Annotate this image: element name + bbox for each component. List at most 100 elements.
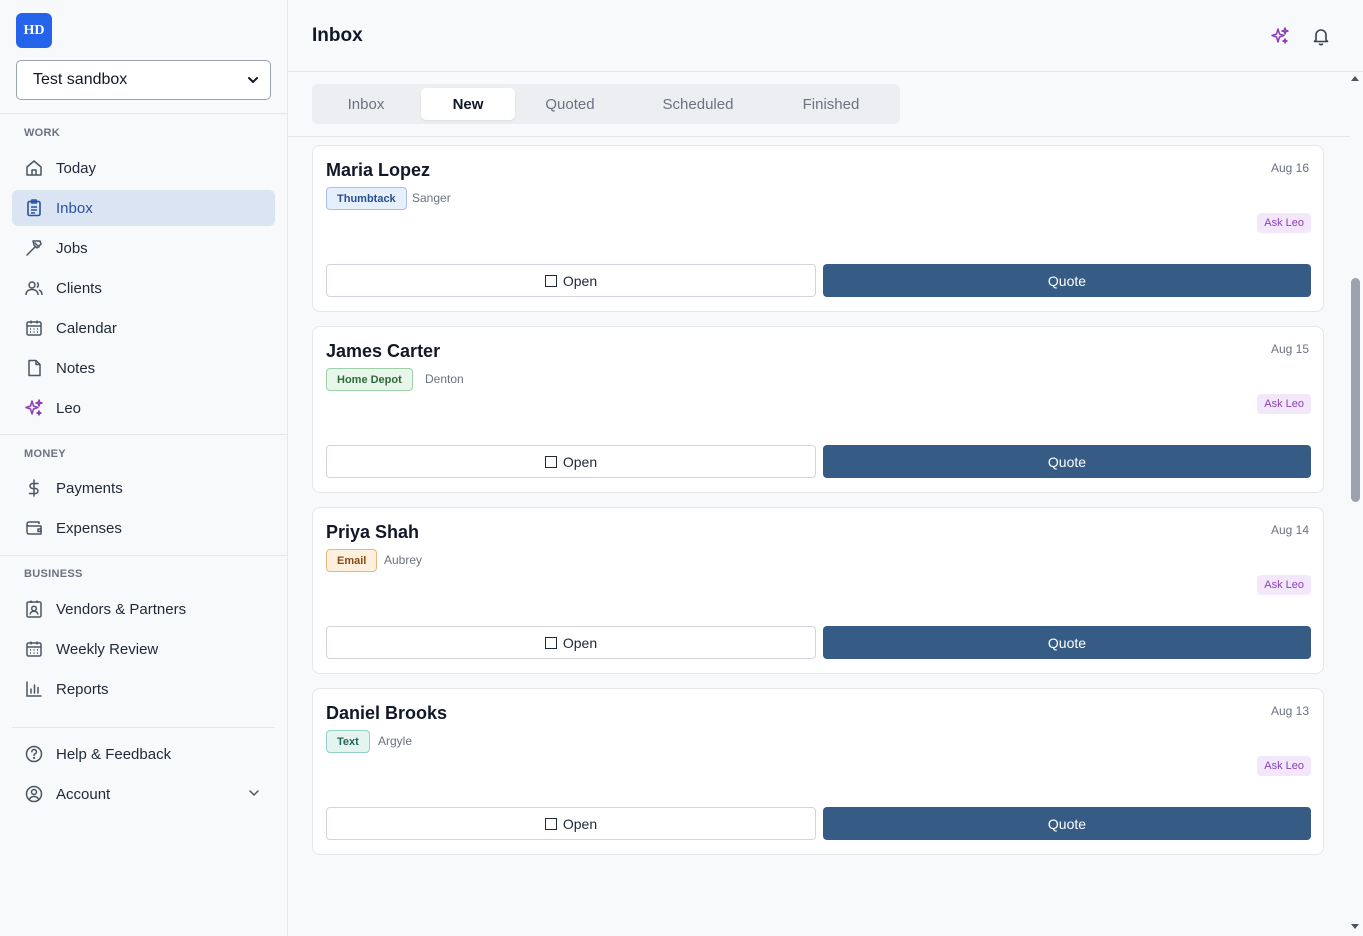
sidebar-item-calendar[interactable]: Calendar [12,310,275,346]
sidebar-item-today[interactable]: Today [12,150,275,186]
lead-date: Aug 15 [1270,342,1309,356]
sidebar-item-label: Calendar [56,319,117,337]
calendar-icon [24,639,44,659]
lead-date: Aug 14 [1270,523,1309,537]
tab-inbox[interactable]: Inbox [316,88,416,120]
sidebar-item-label: Clients [56,279,102,297]
bar-chart-icon [24,679,44,699]
section-label-business: BUSINESS [24,568,83,580]
sparkles-icon [24,398,44,418]
sidebar-item-label: Notes [56,359,96,377]
sidebar-item-help[interactable]: Help & Feedback [12,736,275,772]
tab-scheduled[interactable]: Scheduled [625,88,771,120]
scrollbar-track[interactable] [1350,72,1363,936]
sidebar-item-label: Vendors & Partners [56,600,187,618]
help-circle-icon [24,744,44,764]
home-icon [24,158,44,178]
client-name: Maria Lopez [326,160,431,180]
section-label-money: MONEY [24,448,66,460]
square-icon [544,455,557,468]
quote-button[interactable]: Quote [823,264,1311,297]
sidebar-item-reports[interactable]: Reports [12,671,275,707]
client-city: Aubrey [384,553,423,567]
sidebar-item-label: Weekly Review [56,640,159,658]
calendar-icon [24,318,44,338]
divider [12,727,275,728]
wallet-icon [24,518,44,538]
open-button[interactable]: Open [326,264,816,297]
quote-button[interactable]: Quote [823,445,1311,478]
lead-card[interactable]: Maria Lopez Aug 16 Thumbtack Sanger Ask … [312,145,1324,312]
sidebar: HD Test sandbox WORK Today Inbox Jobs Cl… [0,0,288,936]
sidebar-item-label: Help & Feedback [56,745,172,763]
hammer-icon [24,238,44,258]
sidebar-item-notes[interactable]: Notes [12,350,275,386]
sidebar-item-clients[interactable]: Clients [12,270,275,306]
top-header: Inbox [288,0,1363,72]
tab-bar: Inbox New Quoted Scheduled Finished [288,72,1350,137]
sidebar-item-label: Account [56,785,111,803]
sidebar-item-leo[interactable]: Leo [12,390,275,426]
sidebar-item-label: Today [56,159,97,177]
open-button[interactable]: Open [326,807,816,840]
lead-card[interactable]: James Carter Aug 15 Home Depot Denton As… [312,326,1324,493]
square-icon [544,274,557,287]
chevron-down-icon[interactable] [247,786,261,804]
ask-leo-button[interactable]: Ask Leo [1257,575,1311,595]
divider [0,555,287,556]
quote-button[interactable]: Quote [823,626,1311,659]
sidebar-item-payments[interactable]: Payments [12,470,275,506]
tabs: Inbox New Quoted Scheduled Finished [312,84,900,124]
sidebar-item-label: Inbox [56,199,93,217]
sidebar-item-inbox[interactable]: Inbox [12,190,275,226]
sidebar-item-jobs[interactable]: Jobs [12,230,275,266]
sidebar-item-vendors[interactable]: Vendors & Partners [12,591,275,627]
square-icon [544,636,557,649]
client-name: Priya Shah [326,522,420,542]
sidebar-item-weekly-review[interactable]: Weekly Review [12,631,275,667]
section-label-work: WORK [24,127,61,139]
users-icon [24,278,44,298]
sparkles-icon[interactable] [1268,24,1292,48]
scrollbar-thumb[interactable] [1351,278,1360,502]
lead-date: Aug 16 [1270,161,1309,175]
ask-leo-button[interactable]: Ask Leo [1257,394,1311,414]
scroll-down-arrow-icon[interactable] [1351,924,1359,929]
sidebar-item-label: Reports [56,680,109,698]
lead-date: Aug 13 [1270,704,1309,718]
sidebar-item-account[interactable]: Account [12,776,275,812]
square-icon [544,817,557,830]
open-button-label: Open [562,815,598,832]
org-select[interactable]: Test sandbox [16,60,271,100]
bell-icon[interactable] [1309,24,1333,48]
open-button[interactable]: Open [326,445,816,478]
tab-new[interactable]: New [421,88,515,120]
sidebar-item-label: Leo [56,399,82,417]
sidebar-item-label: Payments [56,479,123,497]
sidebar-item-label: Jobs [56,239,88,257]
dollar-icon [24,478,44,498]
source-badge: Home Depot [326,368,413,391]
lead-card[interactable]: Priya Shah Aug 14 Email Aubrey Ask Leo O… [312,507,1324,674]
ask-leo-button[interactable]: Ask Leo [1257,756,1311,776]
tab-finished[interactable]: Finished [771,88,891,120]
contact-icon [24,599,44,619]
source-badge: Thumbtack [326,187,407,210]
quote-button[interactable]: Quote [823,807,1311,840]
org-logo[interactable]: HD [16,13,52,48]
user-circle-icon [24,784,44,804]
sidebar-item-expenses[interactable]: Expenses [12,510,275,546]
sidebar-item-label: Expenses [56,519,122,537]
client-city: Denton [425,372,464,386]
tab-quoted[interactable]: Quoted [515,88,625,120]
open-button[interactable]: Open [326,626,816,659]
lead-card[interactable]: Daniel Brooks Aug 13 Text Argyle Ask Leo… [312,688,1324,855]
client-name: James Carter [326,341,441,361]
source-badge: Text [326,730,370,753]
ask-leo-button[interactable]: Ask Leo [1257,213,1311,233]
client-name: Daniel Brooks [326,703,448,723]
page-title: Inbox [312,25,363,46]
org-select-value: Test sandbox [33,71,128,88]
client-city: Argyle [378,734,413,748]
scroll-up-arrow-icon[interactable] [1351,76,1359,81]
